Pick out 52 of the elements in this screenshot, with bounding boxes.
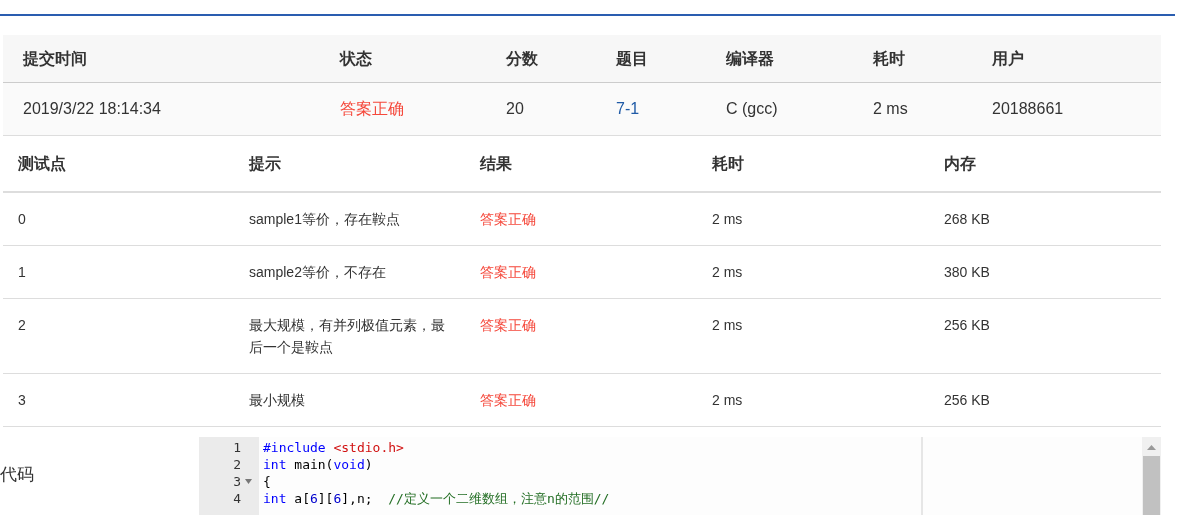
table-cell-text: 2 xyxy=(18,316,27,335)
code-line: #include <stdio.h> xyxy=(263,439,405,456)
column-header: 提交时间 xyxy=(23,48,88,69)
table-cell-text: 0 xyxy=(18,210,27,229)
scroll-up-icon[interactable] xyxy=(1147,445,1156,450)
code-line: { xyxy=(263,473,272,490)
table-cell-text: C (gcc) xyxy=(726,99,779,119)
column-header: 结果 xyxy=(480,153,513,174)
code-line: int a[6][6],n; //定义一个二维数组，注意n的范围// xyxy=(263,490,611,507)
table-cell-text: 最小规模 xyxy=(249,391,306,410)
table-cell-text: 1 xyxy=(18,263,27,282)
fold-caret-icon[interactable] xyxy=(244,479,252,484)
table-cell-text: 答案正确 xyxy=(480,263,537,282)
column-header: 题目 xyxy=(616,48,649,69)
column-header: 提示 xyxy=(249,153,282,174)
column-header: 编译器 xyxy=(726,48,775,69)
table-cell-text: 268 KB xyxy=(944,210,991,229)
line-number: 3 xyxy=(233,472,241,491)
line-number: 2 xyxy=(233,455,241,474)
code-label: 代码 xyxy=(0,465,34,484)
scrollbar-thumb[interactable] xyxy=(1143,456,1160,515)
table-cell-text: sample1等价，存在鞍点 xyxy=(249,210,401,229)
column-header: 耗时 xyxy=(712,153,745,174)
table-cell-text: 答案正确 xyxy=(480,210,537,229)
code-line: int main(void) xyxy=(263,456,374,473)
table-cell-text: 3 xyxy=(18,391,27,410)
table-cell-text: 20188661 xyxy=(992,99,1065,119)
table-cell-text: 2 ms xyxy=(712,263,744,282)
table-cell-text: 2 ms xyxy=(712,391,744,410)
problem-link[interactable]: 7-1 xyxy=(616,97,640,121)
table-cell-text: 答案正确 xyxy=(480,391,537,410)
column-header: 分数 xyxy=(506,48,539,69)
column-header: 用户 xyxy=(992,48,1025,69)
table-cell-text: sample2等价，不存在 xyxy=(249,263,387,282)
line-number: 4 xyxy=(233,489,241,508)
column-header: 耗时 xyxy=(873,48,906,69)
table-cell-text: 2 ms xyxy=(712,210,744,229)
table-cell-text: 2 ms xyxy=(873,99,909,119)
table-cell-text: 380 KB xyxy=(944,263,991,282)
table-cell-text: 256 KB xyxy=(944,391,991,410)
table-cell-text: 2019/3/22 18:14:34 xyxy=(23,99,162,119)
table-cell-text: 答案正确 xyxy=(480,316,537,335)
table-cell-text: 256 KB xyxy=(944,316,991,335)
scrollbar[interactable] xyxy=(1142,437,1161,515)
table-cell-text: 20 xyxy=(506,99,525,119)
column-header: 状态 xyxy=(340,48,373,69)
table-cell-text: 2 ms xyxy=(712,316,744,335)
column-header: 测试点 xyxy=(18,153,67,174)
column-header: 内存 xyxy=(944,153,977,174)
table-cell-text: 最大规模，有并列极值元素，最后一个是鞍点 xyxy=(249,316,445,357)
table-cell-text: 答案正确 xyxy=(340,99,405,119)
line-number: 1 xyxy=(233,438,241,457)
